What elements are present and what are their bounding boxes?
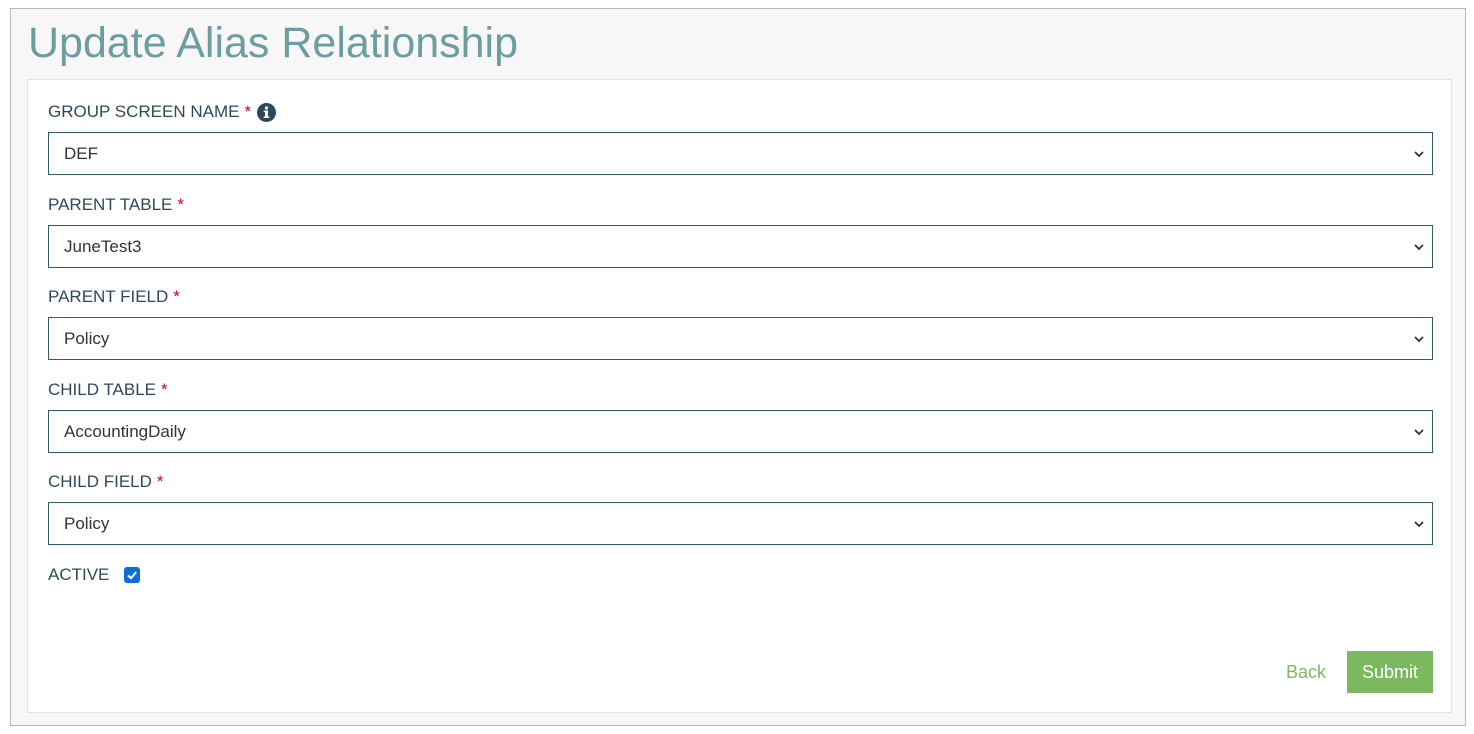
required-asterisk: * xyxy=(244,102,252,121)
parent-field-label-text: PARENT FIELD xyxy=(48,287,169,306)
submit-button[interactable]: Submit xyxy=(1347,651,1433,693)
chevron-down-icon xyxy=(1414,336,1424,343)
required-asterisk: * xyxy=(177,195,185,214)
required-asterisk: * xyxy=(156,472,164,491)
parent-field-value: Policy xyxy=(64,328,110,348)
page-container: Update Alias Relationship GROUP SCREEN N… xyxy=(10,8,1466,726)
group-screen-name-label: GROUP SCREEN NAME * xyxy=(48,102,277,122)
parent-field-select[interactable]: Policy xyxy=(48,317,1433,360)
required-asterisk: * xyxy=(161,380,168,399)
parent-table-label-text: PARENT TABLE xyxy=(48,195,173,214)
info-icon[interactable] xyxy=(257,102,277,122)
child-table-select[interactable]: AccountingDaily xyxy=(48,410,1433,453)
required-asterisk: * xyxy=(173,287,180,306)
child-field-label-text: CHILD FIELD xyxy=(48,472,152,491)
chevron-down-icon xyxy=(1414,429,1424,436)
parent-table-value: JuneTest3 xyxy=(64,236,142,256)
active-label: ACTIVE xyxy=(48,565,110,584)
child-table-value: AccountingDaily xyxy=(64,421,186,441)
child-table-label-text: CHILD TABLE xyxy=(48,380,157,399)
child-table-label: CHILD TABLE * xyxy=(48,380,168,400)
active-row: ACTIVE xyxy=(48,565,141,585)
checkmark-icon xyxy=(127,571,138,580)
active-checkbox[interactable] xyxy=(124,567,141,583)
group-screen-name-value: DEF xyxy=(64,143,98,163)
parent-field-label: PARENT FIELD * xyxy=(48,287,180,307)
chevron-down-icon xyxy=(1414,151,1424,158)
group-screen-name-label-text: GROUP SCREEN NAME xyxy=(48,102,240,121)
back-link[interactable]: Back xyxy=(1286,660,1326,684)
form-card: GROUP SCREEN NAME * DEF PARENT TABLE * J… xyxy=(27,79,1452,713)
parent-table-label: PARENT TABLE * xyxy=(48,195,184,215)
child-field-select[interactable]: Policy xyxy=(48,502,1433,545)
parent-table-select[interactable]: JuneTest3 xyxy=(48,225,1433,268)
page-title: Update Alias Relationship xyxy=(28,19,519,67)
group-screen-name-select[interactable]: DEF xyxy=(48,132,1433,175)
child-field-value: Policy xyxy=(64,513,110,533)
child-field-label: CHILD FIELD * xyxy=(48,472,164,492)
chevron-down-icon xyxy=(1414,521,1424,528)
chevron-down-icon xyxy=(1414,244,1424,251)
